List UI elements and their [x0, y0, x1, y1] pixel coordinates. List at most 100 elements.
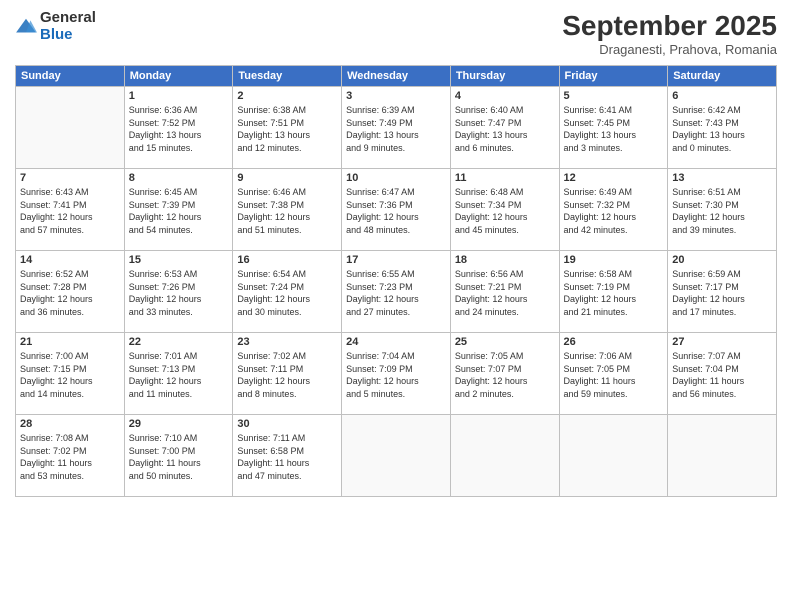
day-number: 17 [346, 254, 446, 266]
calendar-cell: 28 Sunrise: 7:08 AM Sunset: 7:02 PM Dayli… [16, 415, 125, 497]
day-number: 19 [564, 254, 664, 266]
calendar-cell: 7 Sunrise: 6:43 AM Sunset: 7:41 PM Daylig… [16, 169, 125, 251]
day-info: Sunrise: 6:48 AM Sunset: 7:34 PM Dayligh… [455, 186, 555, 236]
day-info: Sunrise: 6:49 AM Sunset: 7:32 PM Dayligh… [564, 186, 664, 236]
day-number: 16 [237, 254, 337, 266]
day-number: 23 [237, 336, 337, 348]
header: General Blue September 2025 Draganesti, … [15, 10, 777, 57]
calendar-cell: 6 Sunrise: 6:42 AM Sunset: 7:43 PM Daylig… [668, 87, 777, 169]
calendar-cell: 10 Sunrise: 6:47 AM Sunset: 7:36 PM Dayli… [342, 169, 451, 251]
location: Draganesti, Prahova, Romania [562, 42, 777, 57]
day-info: Sunrise: 6:45 AM Sunset: 7:39 PM Dayligh… [129, 186, 229, 236]
calendar-cell: 4Sunrise: 6:40 AM Sunset: 7:47 PM Daylig… [450, 87, 559, 169]
day-info: Sunrise: 7:00 AM Sunset: 7:15 PM Dayligh… [20, 350, 120, 400]
calendar-cell [559, 415, 668, 497]
day-info: Sunrise: 6:47 AM Sunset: 7:36 PM Dayligh… [346, 186, 446, 236]
calendar-cell: 18 Sunrise: 6:56 AM Sunset: 7:21 PM Dayli… [450, 251, 559, 333]
logo-blue: Blue [40, 27, 96, 44]
header-tuesday: Tuesday [233, 66, 342, 87]
logo-text: General Blue [40, 10, 96, 43]
logo: General Blue [15, 10, 96, 43]
day-info: Sunrise: 6:40 AM Sunset: 7:47 PM Dayligh… [455, 104, 555, 154]
header-thursday: Thursday [450, 66, 559, 87]
header-saturday: Saturday [668, 66, 777, 87]
day-number: 30 [237, 418, 337, 430]
calendar-cell: 16 Sunrise: 6:54 AM Sunset: 7:24 PM Dayli… [233, 251, 342, 333]
calendar-cell: 9Sunrise: 6:46 AM Sunset: 7:38 PM Daylig… [233, 169, 342, 251]
calendar-cell: 5 Sunrise: 6:41 AM Sunset: 7:45 PM Daylig… [559, 87, 668, 169]
calendar-cell: 1Sunrise: 6:36 AM Sunset: 7:52 PM Daylig… [124, 87, 233, 169]
day-number: 10 [346, 172, 446, 184]
day-number: 2 [237, 90, 337, 102]
day-number: 29 [129, 418, 229, 430]
day-info: Sunrise: 6:42 AM Sunset: 7:43 PM Dayligh… [672, 104, 772, 154]
calendar-row-1: 1Sunrise: 6:36 AM Sunset: 7:52 PM Daylig… [16, 87, 777, 169]
day-info: Sunrise: 6:56 AM Sunset: 7:21 PM Dayligh… [455, 268, 555, 318]
calendar-cell: 13 Sunrise: 6:51 AM Sunset: 7:30 PM Dayli… [668, 169, 777, 251]
day-info: Sunrise: 6:36 AM Sunset: 7:52 PM Dayligh… [129, 104, 229, 154]
day-number: 20 [672, 254, 772, 266]
title-block: September 2025 Draganesti, Prahova, Roma… [562, 10, 777, 57]
weekday-header-row: Sunday Monday Tuesday Wednesday Thursday… [16, 66, 777, 87]
header-sunday: Sunday [16, 66, 125, 87]
calendar-cell: 29Sunrise: 7:10 AM Sunset: 7:00 PM Dayli… [124, 415, 233, 497]
header-monday: Monday [124, 66, 233, 87]
day-info: Sunrise: 7:11 AM Sunset: 6:58 PM Dayligh… [237, 432, 337, 482]
day-info: Sunrise: 6:39 AM Sunset: 7:49 PM Dayligh… [346, 104, 446, 154]
day-info: Sunrise: 6:52 AM Sunset: 7:28 PM Dayligh… [20, 268, 120, 318]
calendar-cell: 15 Sunrise: 6:53 AM Sunset: 7:26 PM Dayli… [124, 251, 233, 333]
calendar-cell: 8 Sunrise: 6:45 AM Sunset: 7:39 PM Daylig… [124, 169, 233, 251]
day-info: Sunrise: 6:46 AM Sunset: 7:38 PM Dayligh… [237, 186, 337, 236]
calendar-cell [16, 87, 125, 169]
day-info: Sunrise: 6:59 AM Sunset: 7:17 PM Dayligh… [672, 268, 772, 318]
day-info: Sunrise: 6:43 AM Sunset: 7:41 PM Dayligh… [20, 186, 120, 236]
day-number: 26 [564, 336, 664, 348]
day-info: Sunrise: 6:38 AM Sunset: 7:51 PM Dayligh… [237, 104, 337, 154]
day-number: 7 [20, 172, 120, 184]
calendar-cell: 19Sunrise: 6:58 AM Sunset: 7:19 PM Dayli… [559, 251, 668, 333]
day-number: 18 [455, 254, 555, 266]
calendar-row-2: 7 Sunrise: 6:43 AM Sunset: 7:41 PM Daylig… [16, 169, 777, 251]
day-number: 12 [564, 172, 664, 184]
calendar-row-3: 14 Sunrise: 6:52 AM Sunset: 7:28 PM Dayli… [16, 251, 777, 333]
day-number: 13 [672, 172, 772, 184]
calendar-cell: 21Sunrise: 7:00 AM Sunset: 7:15 PM Dayli… [16, 333, 125, 415]
calendar-cell: 2 Sunrise: 6:38 AM Sunset: 7:51 PM Daylig… [233, 87, 342, 169]
day-info: Sunrise: 6:55 AM Sunset: 7:23 PM Dayligh… [346, 268, 446, 318]
day-info: Sunrise: 6:41 AM Sunset: 7:45 PM Dayligh… [564, 104, 664, 154]
day-info: Sunrise: 7:02 AM Sunset: 7:11 PM Dayligh… [237, 350, 337, 400]
day-info: Sunrise: 6:53 AM Sunset: 7:26 PM Dayligh… [129, 268, 229, 318]
calendar-cell [668, 415, 777, 497]
day-info: Sunrise: 7:08 AM Sunset: 7:02 PM Dayligh… [20, 432, 120, 482]
day-info: Sunrise: 7:05 AM Sunset: 7:07 PM Dayligh… [455, 350, 555, 400]
calendar-cell: 14 Sunrise: 6:52 AM Sunset: 7:28 PM Dayli… [16, 251, 125, 333]
calendar-cell [342, 415, 451, 497]
logo-general: General [40, 10, 96, 27]
calendar-cell: 20 Sunrise: 6:59 AM Sunset: 7:17 PM Dayli… [668, 251, 777, 333]
day-number: 24 [346, 336, 446, 348]
calendar-cell [450, 415, 559, 497]
day-info: Sunrise: 7:04 AM Sunset: 7:09 PM Dayligh… [346, 350, 446, 400]
day-number: 5 [564, 90, 664, 102]
calendar-cell: 27Sunrise: 7:07 AM Sunset: 7:04 PM Dayli… [668, 333, 777, 415]
month-title: September 2025 [562, 10, 777, 42]
calendar-cell: 11Sunrise: 6:48 AM Sunset: 7:34 PM Dayli… [450, 169, 559, 251]
calendar: Sunday Monday Tuesday Wednesday Thursday… [15, 65, 777, 497]
day-info: Sunrise: 7:06 AM Sunset: 7:05 PM Dayligh… [564, 350, 664, 400]
day-number: 6 [672, 90, 772, 102]
day-number: 14 [20, 254, 120, 266]
header-wednesday: Wednesday [342, 66, 451, 87]
calendar-cell: 26 Sunrise: 7:06 AM Sunset: 7:05 PM Dayli… [559, 333, 668, 415]
calendar-cell: 25 Sunrise: 7:05 AM Sunset: 7:07 PM Dayli… [450, 333, 559, 415]
logo-icon [15, 16, 37, 38]
calendar-cell: 24 Sunrise: 7:04 AM Sunset: 7:09 PM Dayli… [342, 333, 451, 415]
calendar-cell: 17 Sunrise: 6:55 AM Sunset: 7:23 PM Dayli… [342, 251, 451, 333]
day-info: Sunrise: 7:07 AM Sunset: 7:04 PM Dayligh… [672, 350, 772, 400]
day-number: 15 [129, 254, 229, 266]
calendar-row-5: 28 Sunrise: 7:08 AM Sunset: 7:02 PM Dayli… [16, 415, 777, 497]
day-info: Sunrise: 6:54 AM Sunset: 7:24 PM Dayligh… [237, 268, 337, 318]
day-info: Sunrise: 6:51 AM Sunset: 7:30 PM Dayligh… [672, 186, 772, 236]
day-number: 25 [455, 336, 555, 348]
day-number: 8 [129, 172, 229, 184]
day-number: 28 [20, 418, 120, 430]
